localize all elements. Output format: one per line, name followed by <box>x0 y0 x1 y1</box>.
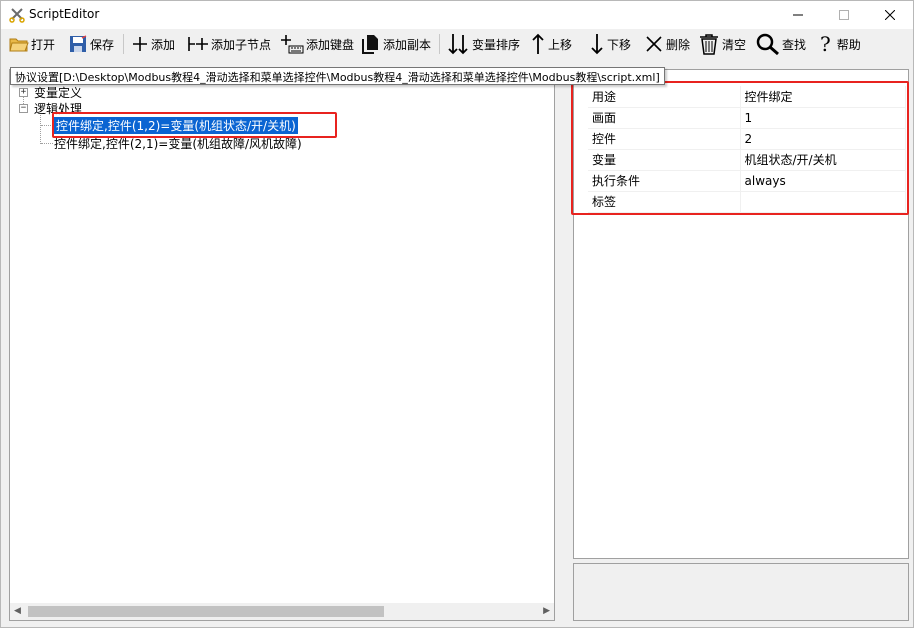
move-up-button[interactable]: 上移 <box>530 32 572 56</box>
copy-icon <box>362 35 378 54</box>
add-keyboard-label: 添加键盘 <box>306 37 355 52</box>
move-down-button[interactable]: 下移 <box>589 32 631 56</box>
find-label: 查找 <box>782 37 807 52</box>
help-question-icon: ? <box>820 32 831 56</box>
annotation-highlight-box <box>52 112 337 138</box>
sort-variables-button[interactable]: 变量排序 <box>448 32 520 56</box>
add-label: 添加 <box>151 37 176 52</box>
arrow-up-icon <box>532 33 544 54</box>
sort-icon <box>448 34 468 55</box>
add-child-label: 添加子节点 <box>211 37 272 52</box>
tree-connector <box>41 143 53 144</box>
find-button[interactable]: 查找 <box>756 32 806 56</box>
tree-node-variable-definitions[interactable]: 变量定义 <box>34 84 82 101</box>
property-description-panel <box>573 563 909 621</box>
help-label: 帮助 <box>836 37 861 52</box>
toolbar-separator <box>123 34 124 54</box>
delete-label: 删除 <box>666 37 691 52</box>
collapse-toggle[interactable]: − <box>19 104 28 113</box>
maximize-button[interactable] <box>821 1 867 29</box>
move-up-label: 上移 <box>548 37 573 52</box>
script-tree[interactable]: + 变量定义 − 逻辑处理 控件绑定,控件(1,2)=变量(机组状态/开/关机)… <box>9 69 555 621</box>
toolbar-separator <box>439 34 440 54</box>
delete-button[interactable]: 删除 <box>644 32 690 56</box>
add-child-node-icon <box>188 37 208 51</box>
maximize-icon <box>839 10 849 20</box>
save-icon <box>70 35 87 52</box>
arrow-down-icon <box>591 34 603 55</box>
window-title: ScriptEditor <box>29 7 100 21</box>
trash-icon <box>700 34 718 55</box>
save-label: 保存 <box>90 37 115 52</box>
scroll-right-icon[interactable]: ▶ <box>543 606 550 616</box>
file-path-tooltip: 协议设置[D:\Desktop\Modbus教程4_滑动选择和菜单选择控件\Mo… <box>10 67 665 85</box>
app-scissors-icon <box>9 7 25 23</box>
add-button[interactable]: 添加 <box>131 32 175 56</box>
script-editor-window: ScriptEditor 打开 保存 添加 添加子节点 添加键盘 添加副本 变量… <box>0 0 914 628</box>
add-keyboard-icon <box>281 35 304 54</box>
minimize-icon <box>793 14 803 16</box>
toolbar: 打开 保存 添加 添加子节点 添加键盘 添加副本 变量排序 上移 下移 删除 清… <box>1 29 913 59</box>
expand-toggle[interactable]: + <box>19 88 28 97</box>
add-copy-button[interactable]: 添加副本 <box>361 32 431 56</box>
add-keyboard-button[interactable]: 添加键盘 <box>280 32 354 56</box>
close-icon <box>885 10 895 20</box>
open-label: 打开 <box>31 37 56 52</box>
horizontal-scrollbar[interactable]: ◀ ▶ <box>10 603 554 620</box>
close-button[interactable] <box>867 1 913 29</box>
add-copy-label: 添加副本 <box>383 37 432 52</box>
move-down-label: 下移 <box>607 37 632 52</box>
minimize-button[interactable] <box>775 1 821 29</box>
scrollbar-thumb[interactable] <box>28 606 384 617</box>
plus-icon <box>133 37 147 51</box>
help-button[interactable]: ? 帮助 <box>816 32 861 56</box>
delete-x-icon <box>646 36 662 52</box>
sort-variables-label: 变量排序 <box>472 37 521 52</box>
title-bar: ScriptEditor <box>1 1 913 29</box>
search-icon <box>756 33 779 55</box>
clear-label: 清空 <box>722 37 747 52</box>
add-child-button[interactable]: 添加子节点 <box>187 32 271 56</box>
annotation-highlight-box <box>571 81 909 215</box>
open-folder-icon <box>9 38 29 52</box>
scroll-left-icon[interactable]: ◀ <box>14 606 21 616</box>
save-button[interactable]: 保存 <box>68 32 114 56</box>
clear-button[interactable]: 清空 <box>698 32 746 56</box>
open-button[interactable]: 打开 <box>9 32 55 56</box>
